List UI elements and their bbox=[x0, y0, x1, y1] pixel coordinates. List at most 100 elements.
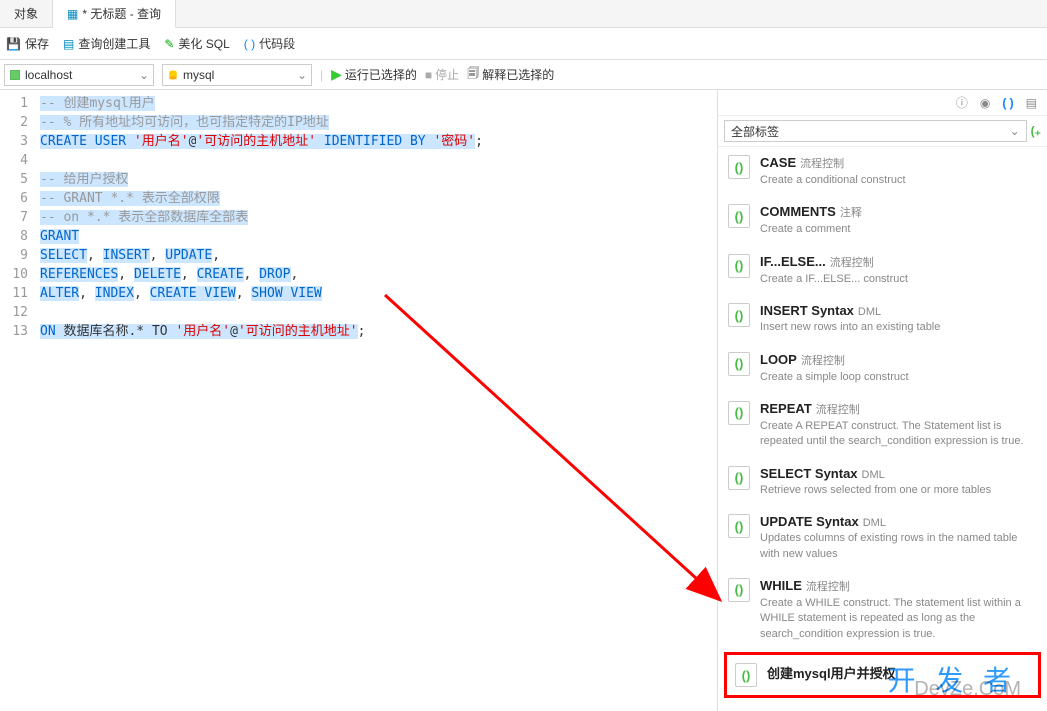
snippet-list: () CASE流程控制 Create a conditional construct… bbox=[718, 147, 1047, 711]
beautify-button[interactable]: ✎美化 SQL bbox=[164, 35, 229, 52]
toolbar: 💾保存 ▤查询创建工具 ✎美化 SQL ( )代码段 bbox=[0, 28, 1047, 60]
line-number: 7 bbox=[0, 208, 28, 227]
history-icon[interactable]: ▤ bbox=[1026, 96, 1037, 110]
snippet-item[interactable]: () UPDATE SyntaxDML Updates columns of exi… bbox=[718, 506, 1047, 570]
chevron-down-icon: ⌄ bbox=[297, 68, 307, 82]
snippet-item[interactable]: () INSERT SyntaxDML Insert new rows into a… bbox=[718, 295, 1047, 343]
snippet-item-icon: () bbox=[728, 401, 750, 425]
line-gutter: 12345678910111213 bbox=[0, 90, 34, 711]
query-tab-icon: ▦ bbox=[67, 7, 78, 21]
snippet-item-icon: () bbox=[728, 155, 750, 179]
snippet-desc: Create a IF...ELSE... construct bbox=[760, 272, 1037, 287]
connection-bar: localhost⌄ mysql⌄ | ▶运行已选择的 ■ 停止 🗐 解释已选择… bbox=[0, 60, 1047, 90]
snippet-title: CASE流程控制 bbox=[760, 155, 1037, 171]
snippet-item-icon: () bbox=[728, 514, 750, 538]
code-line[interactable]: ALTER, INDEX, CREATE VIEW, SHOW VIEW bbox=[40, 284, 717, 303]
line-number: 6 bbox=[0, 189, 28, 208]
add-snippet-icon[interactable]: (₊ bbox=[1031, 124, 1041, 138]
line-number: 8 bbox=[0, 227, 28, 246]
explain-icon: 🗐 bbox=[467, 64, 479, 85]
db-select[interactable]: mysql⌄ bbox=[162, 64, 312, 86]
code-line[interactable]: SELECT, INSERT, UPDATE, bbox=[40, 246, 717, 265]
tab-objects[interactable]: 对象 bbox=[0, 0, 53, 27]
snippet-panel: ⓘ ◉ ( ) ▤ 全部标签⌄ (₊ () CASE流程控制 Create a co… bbox=[717, 90, 1047, 711]
snippet-title: LOOP流程控制 bbox=[760, 352, 1037, 368]
snippet-desc: Create a WHILE construct. The statement … bbox=[760, 596, 1037, 642]
snippet-item[interactable]: () IF...ELSE...流程控制 Create a IF...ELSE... … bbox=[718, 246, 1047, 295]
code-line[interactable]: -- % 所有地址均可访问，也可指定特定的IP地址 bbox=[40, 113, 717, 132]
snippet-desc: Create A REPEAT construct. The Statement… bbox=[760, 419, 1037, 450]
code-line[interactable]: CREATE USER '用户名'@'可访问的主机地址' IDENTIFIED … bbox=[40, 132, 717, 151]
play-icon: ▶ bbox=[331, 66, 342, 83]
line-number: 10 bbox=[0, 265, 28, 284]
query-builder-button[interactable]: ▤查询创建工具 bbox=[63, 35, 150, 52]
snippet-title: IF...ELSE...流程控制 bbox=[760, 254, 1037, 270]
code-line[interactable]: -- GRANT *.* 表示全部权限 bbox=[40, 189, 717, 208]
run-selected-button[interactable]: ▶运行已选择的 bbox=[331, 66, 417, 83]
snippet-item[interactable]: () SELECT SyntaxDML Retrieve rows selected… bbox=[718, 458, 1047, 506]
stop-icon: ■ bbox=[425, 68, 432, 82]
snippet-item-icon: () bbox=[728, 466, 750, 490]
snippet-item-icon: () bbox=[735, 663, 757, 687]
query-builder-icon: ▤ bbox=[63, 37, 74, 51]
line-number: 1 bbox=[0, 94, 28, 113]
snippet-item[interactable]: () REPEAT流程控制 Create A REPEAT construct. T… bbox=[718, 393, 1047, 458]
code-area[interactable]: -- 创建mysql用户-- % 所有地址均可访问，也可指定特定的IP地址CRE… bbox=[34, 90, 717, 711]
snippet-desc: Updates columns of existing rows in the … bbox=[760, 531, 1037, 562]
line-number: 13 bbox=[0, 322, 28, 341]
snippet-item-icon: () bbox=[728, 254, 750, 278]
beautify-icon: ✎ bbox=[164, 37, 174, 51]
tab-query[interactable]: ▦ * 无标题 - 查询 bbox=[53, 0, 176, 28]
code-line[interactable]: REFERENCES, DELETE, CREATE, DROP, bbox=[40, 265, 717, 284]
code-line[interactable] bbox=[40, 303, 717, 322]
code-line[interactable]: GRANT bbox=[40, 227, 717, 246]
snippet-desc: Insert new rows into an existing table bbox=[760, 320, 1037, 335]
snippet-title: SELECT SyntaxDML bbox=[760, 466, 1037, 481]
line-number: 5 bbox=[0, 170, 28, 189]
info-icon[interactable]: ⓘ bbox=[956, 94, 968, 111]
snippet-title: UPDATE SyntaxDML bbox=[760, 514, 1037, 529]
line-number: 9 bbox=[0, 246, 28, 265]
line-number: 2 bbox=[0, 113, 28, 132]
host-select[interactable]: localhost⌄ bbox=[4, 64, 154, 86]
code-line[interactable] bbox=[40, 151, 717, 170]
snippet-item-icon: () bbox=[728, 303, 750, 327]
stop-button[interactable]: ■ 停止 bbox=[425, 66, 459, 83]
code-line[interactable]: ON 数据库名称.* TO '用户名'@'可访问的主机地址'; bbox=[40, 322, 717, 341]
snippet-panel-icon[interactable]: ( ) bbox=[1002, 96, 1013, 110]
snippet-desc: Create a conditional construct bbox=[760, 173, 1037, 188]
snippet-item[interactable]: () 创建mysql用户并授权 bbox=[724, 652, 1041, 698]
sql-editor[interactable]: 12345678910111213 -- 创建mysql用户-- % 所有地址均… bbox=[0, 90, 717, 711]
eye-icon[interactable]: ◉ bbox=[980, 96, 990, 110]
snippet-title: COMMENTS注释 bbox=[760, 204, 1037, 220]
snippet-icon: ( ) bbox=[244, 37, 255, 51]
snippet-item[interactable]: ()COMMENTS注释Create a comment bbox=[718, 196, 1047, 245]
line-number: 4 bbox=[0, 151, 28, 170]
chevron-down-icon: ⌄ bbox=[1010, 124, 1020, 138]
code-line[interactable]: -- 创建mysql用户 bbox=[40, 94, 717, 113]
line-number: 12 bbox=[0, 303, 28, 322]
snippet-title: 创建mysql用户并授权 bbox=[767, 663, 1030, 682]
snippet-title: WHILE流程控制 bbox=[760, 578, 1037, 594]
code-line[interactable]: -- on *.* 表示全部数据库全部表 bbox=[40, 208, 717, 227]
snippet-item-icon: () bbox=[728, 204, 750, 228]
explain-button[interactable]: 🗐 解释已选择的 bbox=[467, 64, 554, 85]
snippet-item-icon: () bbox=[728, 578, 750, 602]
line-number: 11 bbox=[0, 284, 28, 303]
snippet-title: INSERT SyntaxDML bbox=[760, 303, 1037, 318]
snippet-item[interactable]: ()LOOP流程控制Create a simple loop construct bbox=[718, 344, 1047, 393]
snippet-title: REPEAT流程控制 bbox=[760, 401, 1037, 417]
editor-tabs: 对象 ▦ * 无标题 - 查询 bbox=[0, 0, 1047, 28]
snippet-item[interactable]: () CASE流程控制 Create a conditional construct bbox=[718, 147, 1047, 196]
line-number: 3 bbox=[0, 132, 28, 151]
code-line[interactable]: -- 给用户授权 bbox=[40, 170, 717, 189]
tag-filter-select[interactable]: 全部标签⌄ bbox=[724, 120, 1027, 142]
database-icon bbox=[167, 69, 179, 81]
save-button[interactable]: 💾保存 bbox=[6, 35, 49, 52]
snippet-item[interactable]: () WHILE流程控制 Create a WHILE construct. The… bbox=[718, 570, 1047, 650]
chevron-down-icon: ⌄ bbox=[139, 68, 149, 82]
snippet-desc: Retrieve rows selected from one or more … bbox=[760, 483, 1037, 498]
snippet-desc: Create a simple loop construct bbox=[760, 370, 1037, 385]
save-icon: 💾 bbox=[6, 37, 21, 51]
snippet-button[interactable]: ( )代码段 bbox=[244, 35, 295, 52]
